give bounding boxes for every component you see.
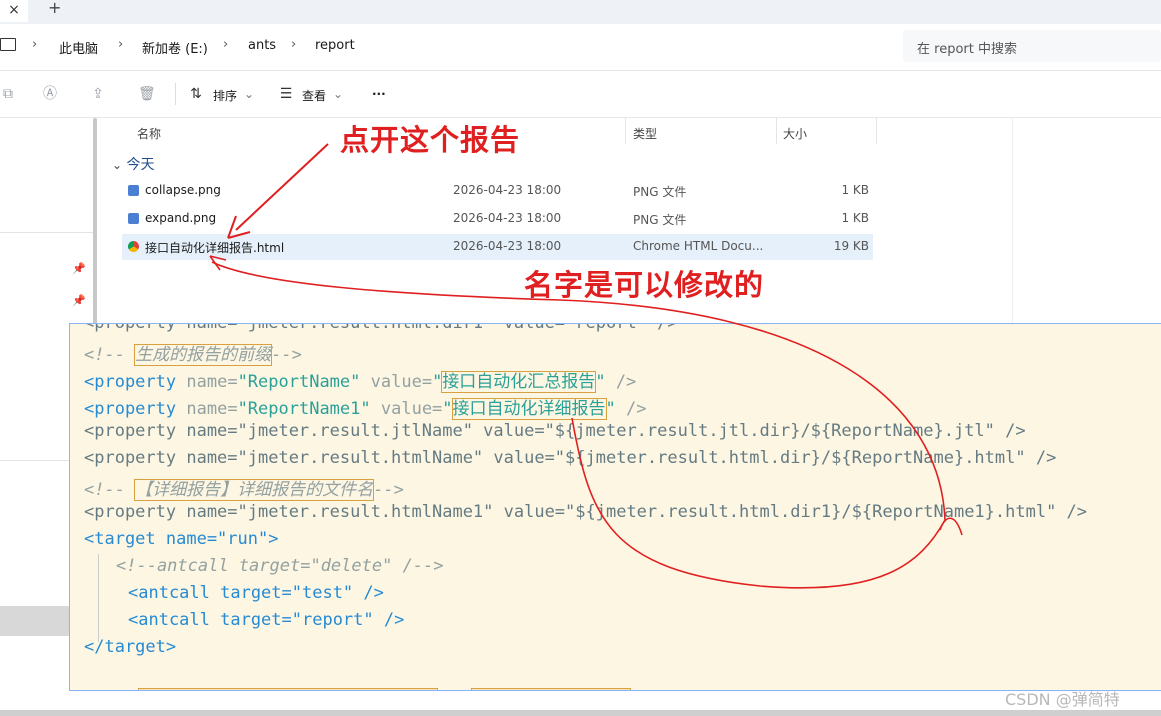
search-input[interactable]: 在 report 中搜索: [903, 30, 1161, 62]
breadcrumb-ants[interactable]: ants: [248, 38, 276, 53]
png-image-icon: [128, 213, 139, 224]
code-line: <target name="run">: [84, 529, 279, 549]
column-separator[interactable]: [776, 118, 777, 144]
code-snippet-panel: <property name="jmeter.result.html.dir1"…: [69, 323, 1161, 691]
code-line: <!-- 【详细报告】详细报告的文件名-->: [84, 479, 404, 501]
breadcrumb-drive-e[interactable]: 新加卷 (E:): [142, 38, 208, 57]
code-line: <property name="jmeter.result.jtlName" v…: [84, 421, 1026, 441]
file-type: Chrome HTML Docu...: [633, 239, 764, 253]
chrome-html-icon: [128, 241, 139, 252]
column-header-name[interactable]: 名称: [137, 125, 161, 142]
png-image-icon: [128, 185, 139, 196]
code-line: <!--antcall target="delete" /-->: [116, 556, 444, 576]
group-label: 今天: [126, 157, 155, 173]
delete-icon[interactable]: 🗑: [138, 86, 156, 102]
file-name: expand.png: [145, 211, 217, 225]
value-highlight: 接口自动化汇总报告: [441, 371, 597, 393]
file-row-selected[interactable]: 接口自动化详细报告.html 2026-04-23 18:00 Chrome H…: [122, 234, 873, 260]
file-name: collapse.png: [145, 183, 221, 197]
file-name: 接口自动化详细报告.html: [145, 241, 285, 255]
nav-divider: [0, 232, 95, 233]
annotation-open-report: 点开这个报告: [340, 123, 521, 157]
chevron-right-icon[interactable]: ›: [223, 37, 228, 52]
code-line: </target>: [84, 637, 177, 657]
file-row[interactable]: expand.png 2026-04-23 18:00 PNG 文件 1 KB: [122, 206, 873, 232]
breadcrumb-this-pc[interactable]: 此电脑: [59, 38, 98, 57]
rename-icon[interactable]: Ⓐ: [42, 86, 58, 102]
address-bar: › 此电脑 › 新加卷 (E:) › ants › report 在 repor…: [0, 24, 1161, 71]
column-separator[interactable]: [625, 118, 626, 144]
sort-button[interactable]: 排序: [213, 87, 237, 104]
next-highlight-stub: [138, 688, 438, 690]
column-header-type[interactable]: 类型: [633, 125, 657, 142]
command-bar: ⧉ Ⓐ ⇪ 🗑 ⇅ 排序 ⌄ ☰ 查看 ⌄ ···: [0, 71, 1161, 118]
comment-highlight: 【详细报告】详细报告的文件名: [134, 479, 375, 501]
chevron-right-icon[interactable]: ›: [118, 37, 123, 52]
tab-bar: × +: [0, 0, 1161, 24]
code-line: <antcall target="report" />: [128, 610, 405, 630]
comment-highlight: 生成的报告的前缀: [134, 344, 273, 366]
file-size: 1 KB: [841, 211, 869, 225]
file-type: PNG 文件: [633, 185, 687, 199]
code-line: <property name="ReportName" value="接口自动化…: [84, 371, 637, 393]
next-highlight-stub: [471, 688, 631, 690]
watermark: CSDN @弹简特: [1005, 690, 1120, 709]
file-date: 2026-04-23 18:00: [453, 183, 562, 197]
sort-icon[interactable]: ⇅: [188, 86, 204, 102]
bottom-edge: [0, 710, 1161, 716]
chevron-down-icon[interactable]: ⌄: [244, 87, 254, 101]
pin-icon[interactable]: 📌: [72, 294, 86, 307]
group-header-today[interactable]: ⌄ 今天: [112, 154, 155, 174]
file-date: 2026-04-23 18:00: [453, 211, 562, 225]
file-size: 1 KB: [841, 183, 869, 197]
column-header-size[interactable]: 大小: [783, 125, 807, 142]
details-divider: [1012, 118, 1013, 328]
code-line: <property name="ReportName1" value="接口自动…: [84, 398, 647, 420]
indent-guide: [98, 554, 99, 642]
annotation-rename: 名字是可以修改的: [524, 268, 765, 302]
code-line: <!-- 生成的报告的前缀-->: [84, 344, 302, 366]
code-line: <property name="jmeter.result.htmlName1"…: [84, 502, 1088, 522]
code-line: <property name="jmeter.result.html.dir1"…: [84, 323, 678, 333]
file-size: 19 KB: [833, 239, 869, 253]
view-button[interactable]: 查看: [302, 87, 326, 104]
file-row[interactable]: collapse.png 2026-04-23 18:00 PNG 文件 1 K…: [122, 178, 873, 204]
more-options-button[interactable]: ···: [372, 87, 386, 101]
chevron-right-icon[interactable]: ›: [32, 37, 37, 52]
view-icon[interactable]: ☰: [278, 86, 294, 102]
copy-icon[interactable]: ⧉: [0, 86, 16, 102]
chevron-down-icon[interactable]: ⌄: [112, 158, 122, 172]
toolbar-divider: [175, 83, 176, 105]
search-placeholder: 在 report 中搜索: [917, 42, 1017, 57]
nav-scrollbar[interactable]: [93, 118, 97, 338]
breadcrumb-report[interactable]: report: [315, 38, 355, 53]
file-date: 2026-04-23 18:00: [453, 239, 562, 253]
chevron-right-icon[interactable]: ›: [291, 37, 296, 52]
new-tab-button[interactable]: +: [48, 0, 61, 17]
column-separator[interactable]: [876, 118, 877, 144]
chevron-down-icon[interactable]: ⌄: [333, 87, 343, 101]
close-tab-button[interactable]: ×: [0, 0, 28, 22]
pin-icon[interactable]: 📌: [72, 262, 86, 275]
value-highlight: 接口自动化详细报告: [451, 398, 607, 420]
share-icon[interactable]: ⇪: [90, 86, 106, 102]
code-line: <property name="jmeter.result.htmlName" …: [84, 448, 1057, 468]
code-line: <antcall target="test" />: [128, 583, 384, 603]
file-type: PNG 文件: [633, 213, 687, 227]
status-band: [0, 606, 70, 636]
this-pc-icon[interactable]: [0, 38, 16, 51]
